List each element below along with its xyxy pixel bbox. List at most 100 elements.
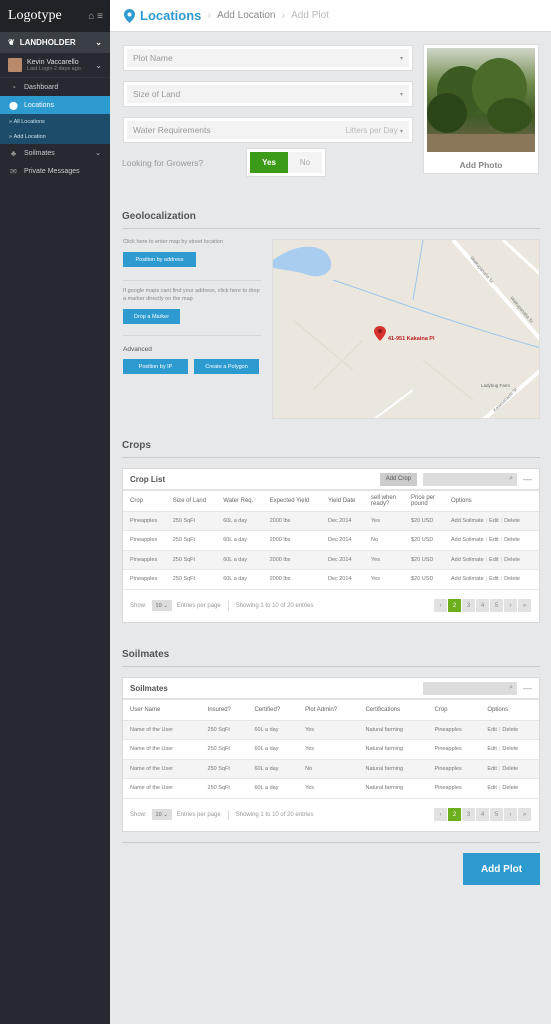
page-2[interactable]: 2 (448, 808, 461, 821)
position-by-ip-button[interactable]: Position by IP (123, 359, 188, 374)
options-cell: Edit | Delete (480, 720, 539, 740)
edit-link[interactable]: Edit (487, 785, 496, 791)
size-of-land-select[interactable]: Size of Land ▾ (123, 81, 413, 107)
cell: Name of the User (123, 759, 201, 779)
divider (123, 335, 261, 336)
page-next[interactable]: › (504, 599, 517, 612)
growers-toggle[interactable]: Yes No (246, 148, 326, 177)
page-next[interactable]: › (504, 808, 517, 821)
delete-link[interactable]: Delete (502, 746, 518, 752)
crop-search-input[interactable]: ⌕ (423, 472, 517, 486)
drop-marker-button[interactable]: Drop a Marker (123, 309, 180, 324)
page-3[interactable]: 3 (462, 599, 475, 612)
add-soilmate-link[interactable]: Add Soilmate (451, 557, 484, 563)
collapse-icon[interactable]: — (523, 474, 532, 484)
page-last[interactable]: » (518, 599, 531, 612)
delete-link[interactable]: Delete (502, 785, 518, 791)
page-prev[interactable]: ‹ (434, 808, 447, 821)
add-photo-label: Add Photo (459, 160, 503, 170)
collapse-icon[interactable]: — (523, 683, 532, 693)
home-menu-icon[interactable]: ⌂ ≡ (88, 11, 103, 22)
sidebar-subitem-all-locations[interactable]: » All Locations (0, 114, 110, 129)
card-header: Crop List Add Crop ⌕ — (123, 469, 539, 491)
add-plot-button[interactable]: Add Plot (463, 853, 540, 885)
locations-submenu: » All Locations » Add Location (0, 114, 110, 144)
col-header: Crop (123, 491, 166, 512)
page-2[interactable]: 2 (448, 599, 461, 612)
col-header: Water Req. (216, 491, 263, 512)
edit-link[interactable]: Edit (489, 557, 498, 563)
plot-name-select[interactable]: Plot Name ▾ (123, 45, 413, 71)
create-polygon-button[interactable]: Create a Polygon (194, 359, 259, 374)
edit-link[interactable]: Edit (489, 537, 498, 543)
edit-link[interactable]: Edit (487, 766, 496, 772)
add-soilmate-link[interactable]: Add Soilmate (451, 576, 484, 582)
col-header: Certified? (247, 700, 299, 721)
soilmates-title: Soilmates (122, 649, 170, 660)
chevron-right-icon: › (281, 9, 286, 22)
table-row: Pineapples 250 SqFt 60L a day 2000 lbs Dec 2… (123, 530, 539, 551)
table-row: Name of the User 250 SqFt 60L a day Yes Natu… (123, 739, 539, 760)
delete-link[interactable]: Delete (502, 727, 518, 733)
sidebar-item-soilmates[interactable]: ♣ Soilmates ⌄ (0, 144, 110, 162)
plot-photo (427, 48, 535, 152)
cell: 2000 lbs (262, 511, 321, 531)
options-cell: Edit | Delete (480, 759, 539, 779)
page-5[interactable]: 5 (490, 599, 503, 612)
role-selector[interactable]: ❦ LANDHOLDER ⌄ (0, 32, 110, 53)
crop-list-title: Crop List (130, 474, 166, 484)
cell: Pineapples (123, 511, 166, 531)
col-header: Size of Land (165, 491, 217, 512)
toggle-yes[interactable]: Yes (250, 152, 288, 173)
page-5[interactable]: 5 (490, 808, 503, 821)
cell: Pineapples (123, 550, 166, 570)
pagination: ‹ 2 3 4 5 › » (434, 599, 531, 612)
showing-text: Showing 1 to 10 of 20 entries (235, 602, 314, 609)
cell: Name of the User (123, 720, 201, 740)
add-crop-button[interactable]: Add Crop (379, 472, 417, 486)
sidebar-item-dashboard[interactable]: ◔ Dashboard (0, 78, 110, 96)
map[interactable]: 41-951 Kakaina Pl Waikupanaha St Waikupa… (272, 239, 540, 419)
options-cell: Edit | Delete (480, 739, 539, 760)
page-4[interactable]: 4 (476, 808, 489, 821)
add-soilmate-link[interactable]: Add Soilmate (451, 537, 484, 543)
page-title[interactable]: Locations (124, 8, 201, 23)
sidebar-item-private-messages[interactable]: ✉ Private Messages (0, 162, 110, 180)
growers-label: Looking for Growers? (122, 158, 204, 168)
delete-link[interactable]: Delete (504, 518, 520, 524)
cell: Name of the User (123, 778, 201, 799)
toggle-no[interactable]: No (288, 152, 322, 173)
photo-upload[interactable]: Add Photo (423, 44, 539, 174)
dropdown-arrow-icon: ▾ (399, 129, 403, 135)
position-by-address-button[interactable]: Position by address (123, 252, 196, 267)
delete-link[interactable]: Delete (504, 576, 520, 582)
add-soilmate-link[interactable]: Add Soilmate (451, 518, 484, 524)
cell: 60L a day (247, 778, 299, 799)
edit-link[interactable]: Edit (487, 727, 496, 733)
soilmates-search-input[interactable]: ⌕ (423, 681, 517, 695)
delete-link[interactable]: Delete (504, 557, 520, 563)
user-profile[interactable]: Kevin Vaccarello Last Login 2 days ago ⌄ (0, 53, 110, 78)
edit-link[interactable]: Edit (489, 576, 498, 582)
cell: 250 SqFt (165, 569, 217, 590)
edit-link[interactable]: Edit (487, 746, 496, 752)
sidebar-subitem-add-location[interactable]: » Add Location (0, 129, 110, 144)
soilmates-card: Soilmates ⌕ — User Name Insured? Certifi… (122, 677, 540, 832)
delete-link[interactable]: Delete (502, 766, 518, 772)
table-row: Pineapples 250 SqFt 60L a day 2000 lbs Dec 2… (123, 511, 539, 531)
page-prev[interactable]: ‹ (434, 599, 447, 612)
options-cell: Add Soilmate | Edit | Delete (444, 550, 539, 570)
sidebar-item-locations[interactable]: ⬤ Locations (0, 96, 110, 114)
breadcrumb-add-location[interactable]: Add Location (217, 10, 275, 21)
cell: 2000 lbs (262, 569, 321, 590)
page-last[interactable]: » (518, 808, 531, 821)
delete-link[interactable]: Delete (504, 537, 520, 543)
page-3[interactable]: 3 (462, 808, 475, 821)
page-4[interactable]: 4 (476, 599, 489, 612)
water-requirements-field[interactable]: Water Requirements Litters per Day ▾ (123, 117, 413, 143)
cell: Name of the User (123, 739, 201, 760)
entries-per-page-select[interactable]: 10 ⌄ (151, 600, 172, 611)
edit-link[interactable]: Edit (489, 518, 498, 524)
entries-per-page-select[interactable]: 10 ⌄ (151, 809, 172, 820)
table-row: Pineapples 250 SqFt 60L a day 2000 lbs Dec 2… (123, 550, 539, 570)
